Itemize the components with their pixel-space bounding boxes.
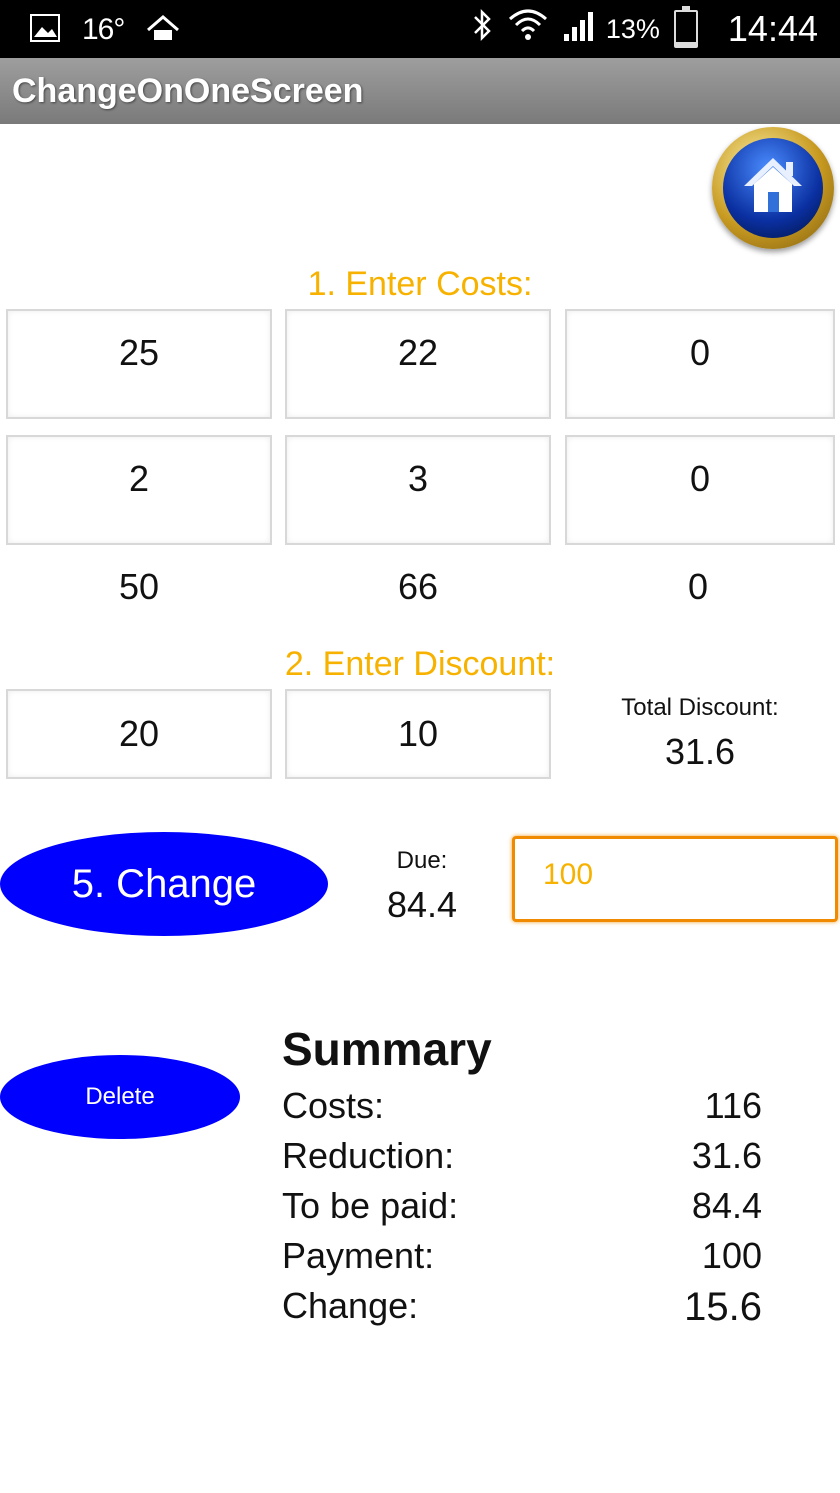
payment-input[interactable]: 100	[512, 836, 838, 922]
subtotal-3: 0	[687, 566, 709, 607]
wifi-icon	[508, 7, 548, 51]
price-input-1[interactable]: 25	[6, 309, 272, 419]
signal-icon	[562, 8, 598, 50]
summary-change-value: 15.6	[684, 1285, 762, 1329]
gallery-icon	[30, 13, 60, 47]
summary-row-costs: Costs: 116	[282, 1085, 762, 1135]
summary-label: Costs:	[282, 1085, 385, 1126]
summary-row-payment: Payment: 100	[282, 1235, 762, 1285]
bluetooth-icon	[472, 7, 494, 51]
discount-input-1[interactable]: 20	[6, 689, 272, 779]
due-value: 84.4	[386, 884, 458, 925]
discount-label: 2. Enter Discount:	[284, 645, 556, 683]
summary-title: Summary	[282, 1023, 492, 1075]
summary-label: Reduction:	[282, 1135, 455, 1176]
home-icon	[744, 158, 802, 212]
change-button-label: 5. Change	[71, 861, 257, 906]
quantity-input-3[interactable]: 0	[565, 435, 835, 545]
price-input-3[interactable]: 0	[565, 309, 835, 419]
home-button-face	[723, 138, 823, 238]
discount-input-2[interactable]: 10	[285, 689, 551, 779]
quantity-input-2[interactable]: 3	[285, 435, 551, 545]
app-title: ChangeOnOneScreen	[12, 72, 364, 110]
battery-icon	[673, 6, 698, 48]
home-button[interactable]	[712, 127, 834, 249]
summary-label: Change:	[282, 1285, 419, 1326]
summary-value: 116	[704, 1085, 762, 1126]
summary-label: Payment:	[282, 1235, 435, 1276]
action-bar: ChangeOnOneScreen	[0, 58, 840, 124]
battery-percent: 13%	[605, 13, 660, 44]
summary-value: 31.6	[691, 1135, 762, 1176]
delete-button-label: Delete	[85, 1083, 155, 1110]
home-notification-icon	[146, 14, 180, 47]
summary-row-change: Change: 15.6	[282, 1285, 762, 1335]
total-discount-label: Total Discount:	[621, 694, 779, 721]
total-discount-value: 31.6	[664, 731, 736, 772]
summary-row-reduction: Reduction: 31.6	[282, 1135, 762, 1185]
price-input-2[interactable]: 22	[285, 309, 551, 419]
status-bar: 16° 13% 14:44	[0, 0, 840, 58]
subtotal-1: 50	[118, 566, 160, 607]
summary-value: 84.4	[691, 1185, 762, 1226]
clock: 14:44	[727, 8, 818, 49]
quantity-input-1[interactable]: 2	[6, 435, 272, 545]
delete-button[interactable]: Delete	[0, 1055, 240, 1139]
due-label: Due:	[396, 847, 448, 874]
costs-label: 1. Enter Costs:	[307, 265, 533, 303]
summary-row-to-be-paid: To be paid: 84.4	[282, 1185, 762, 1235]
change-button[interactable]: 5. Change	[0, 832, 328, 936]
summary-value: 100	[701, 1235, 762, 1276]
summary-label: To be paid:	[282, 1185, 459, 1226]
temperature-text: 16°	[82, 13, 125, 46]
subtotal-2: 66	[397, 566, 439, 607]
